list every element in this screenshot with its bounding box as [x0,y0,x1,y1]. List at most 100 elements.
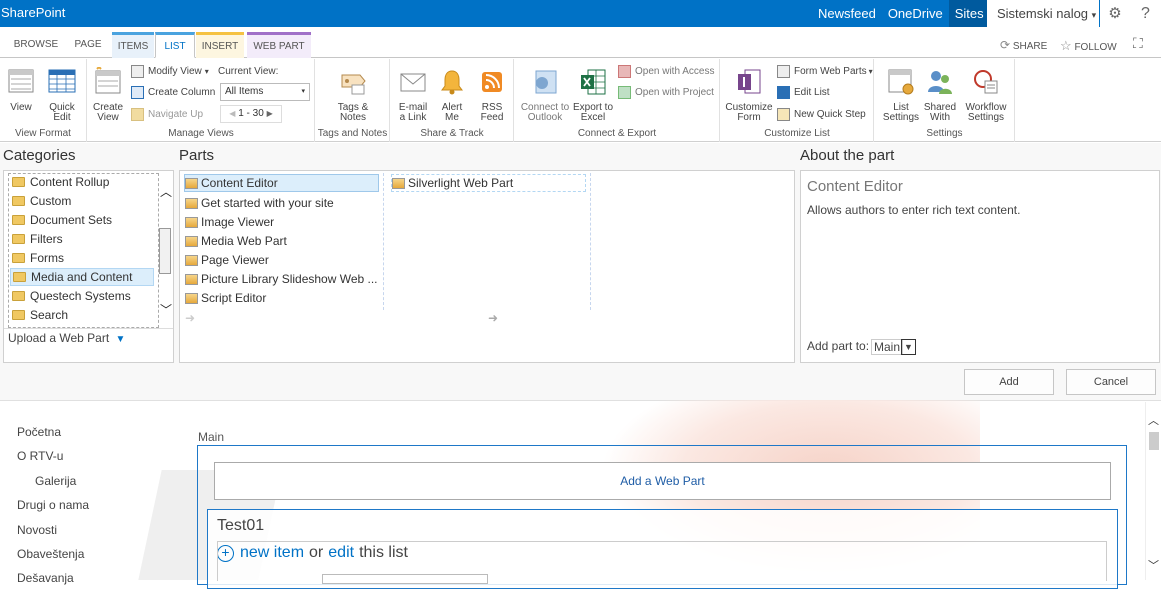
part-item[interactable]: Media Web Part [185,232,287,250]
tab-browse[interactable]: BROWSE [10,32,62,58]
open-project-button[interactable]: Open with Project [618,84,714,100]
about-heading: About the part [800,147,895,164]
alert-label: Alert Me [441,102,463,123]
quick-step-icon [777,107,790,121]
create-column-label: Create Column [148,86,216,98]
folder-icon [12,291,25,301]
tab-items[interactable]: ITEMS [112,32,154,58]
quick-edit-button[interactable]: Quick Edit [44,67,80,123]
folder-icon [12,177,25,187]
current-view-select[interactable]: All Items ▾ [220,83,310,101]
form-web-parts-button[interactable]: Form Web Parts ▾ [777,63,873,79]
new-quick-step-button[interactable]: New Quick Step [777,106,866,122]
tab-web-part[interactable]: WEB PART [247,32,311,58]
chevron-down-icon[interactable]: ﹀ [160,301,172,318]
sites-link[interactable]: Sites [948,0,990,27]
scroll-thumb[interactable] [159,228,171,274]
quicklaunch-item[interactable]: Obaveštenja [17,547,84,561]
shared-with-button[interactable]: Shared With [923,67,957,123]
prev-page-arrow-icon[interactable]: ➜ [185,311,195,325]
next-page-icon[interactable]: ▶ [267,109,273,118]
export-excel-button[interactable]: Export to Excel [571,67,615,123]
chevron-down-icon[interactable]: ﹀ [1148,557,1159,573]
quicklaunch-item[interactable]: O RTV-u [17,449,63,463]
tab-list[interactable]: LIST [155,32,195,58]
category-item[interactable]: Filters [10,230,154,248]
rss-feed-button[interactable]: RSS Feed [475,67,509,123]
help-icon[interactable]: ? [1130,0,1161,27]
category-item[interactable]: Custom [10,192,154,210]
part-item[interactable]: Silverlight Web Part [391,174,586,192]
share-button[interactable]: ⟳ SHARE [1000,38,1047,52]
customize-form-button[interactable]: Customize Form [725,67,773,123]
scroll-thumb[interactable] [1149,432,1159,450]
category-item-selected[interactable]: Media and Content [10,268,154,286]
tab-insert[interactable]: INSERT [196,32,244,58]
part-item[interactable]: Page Viewer [185,251,269,269]
workflow-settings-button[interactable]: Workflow Settings [961,67,1011,123]
folder-icon [12,310,25,320]
about-box: Content Editor Allows authors to enter r… [800,170,1160,363]
alert-me-button[interactable]: Alert Me [435,67,469,123]
category-item[interactable]: Questech Systems [10,287,154,305]
part-item[interactable]: Image Viewer [185,213,274,231]
category-item[interactable]: Content Rollup [10,173,154,191]
edit-list-label: Edit List [794,86,830,98]
quicklaunch-item[interactable]: Drugi o nama [17,498,89,512]
workflow-icon [974,70,998,94]
part-item[interactable]: Script Editor [185,289,266,307]
category-item[interactable]: Forms [10,249,154,267]
folder-icon [12,253,25,263]
list-settings-button[interactable]: List Settings [879,67,923,123]
open-access-button[interactable]: Open with Access [618,63,714,79]
quicklaunch-subitem[interactable]: Galerija [35,474,76,488]
view-button[interactable]: View [4,67,38,113]
list-search-box[interactable] [322,574,488,584]
email-link-button[interactable]: E-mail a Link [395,67,431,123]
part-item-selected[interactable]: Content Editor [184,174,379,192]
follow-button[interactable]: ☆ FOLLOW [1060,38,1117,54]
sharepoint-designer-icon [777,85,790,99]
form-web-parts-icon [777,64,790,78]
chevron-up-icon[interactable]: ︿ [160,183,172,200]
list-web-part-title[interactable]: Test01 [217,517,264,535]
quicklaunch-item[interactable]: Dešavanja [17,571,74,585]
brand-link[interactable]: SharePoint [1,5,65,20]
gear-icon[interactable]: ⚙ [1100,0,1130,27]
create-column-button[interactable]: Create Column [131,84,215,100]
tags-notes-button[interactable]: Tags & Notes [330,67,376,123]
cancel-button[interactable]: Cancel [1066,369,1156,395]
category-item[interactable]: Search [10,306,154,324]
create-view-button[interactable]: Create View [92,65,124,123]
quicklaunch-item[interactable]: Novosti [17,523,57,537]
page-scrollbar[interactable]: ︿ ﹀ [1145,402,1161,580]
part-item[interactable]: Get started with your site [185,194,334,212]
category-item[interactable]: Document Sets [10,211,154,229]
quicklaunch-item[interactable]: Početna [17,425,61,439]
part-item[interactable]: Picture Library Slideshow Web ... [185,270,378,288]
upload-web-part-link[interactable]: Upload a Web Part ▼ [8,331,125,345]
categories-scrollbar[interactable]: ︿ ﹀ [158,173,172,328]
folder-icon [13,272,26,282]
navigate-up-button[interactable]: Navigate Up [131,106,203,122]
modify-view-label: Modify View [148,65,202,77]
group-connect-export: Connect to Outlook Export to Excel Open … [515,59,720,142]
newsfeed-link[interactable]: Newsfeed [812,0,882,27]
add-button[interactable]: Add [964,369,1054,395]
tags-notes-icon [341,74,366,95]
connect-outlook-button[interactable]: Connect to Outlook [519,67,571,123]
next-page-arrow-icon[interactable]: ➜ [488,311,498,325]
prev-page-icon[interactable]: ◀ [229,109,235,118]
add-web-part-link[interactable]: Add a Web Part [214,462,1111,500]
star-icon: ☆ [1060,38,1072,53]
tab-page[interactable]: PAGE [68,32,108,58]
user-menu[interactable]: Sistemski nalog ▾ [987,0,1099,27]
user-name: Sistemski nalog [997,6,1089,21]
modify-view-button[interactable]: Modify View ▾ [131,63,209,79]
folder-icon [12,234,25,244]
edit-list-button[interactable]: Edit List [777,84,830,100]
zone-select[interactable]: Main ▼ [869,338,917,356]
focus-content-icon[interactable]: ⛶ [1133,35,1143,52]
chevron-up-icon[interactable]: ︿ [1148,412,1159,428]
onedrive-link[interactable]: OneDrive [882,0,949,27]
